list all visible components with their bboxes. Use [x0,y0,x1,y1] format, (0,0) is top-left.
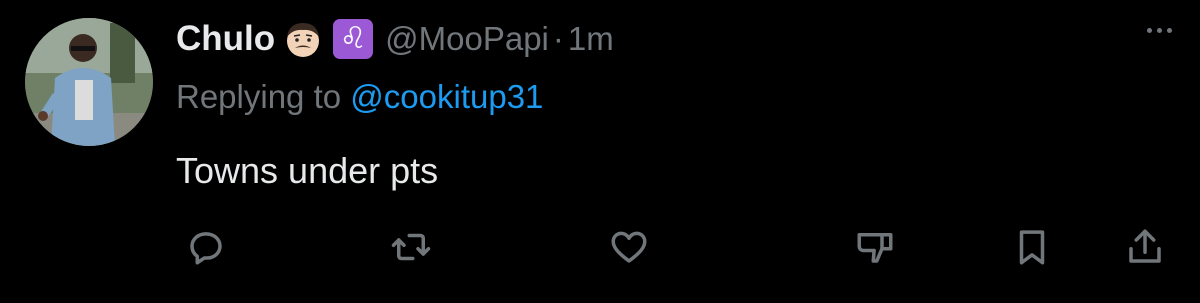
bookmark-icon [1019,230,1045,265]
tweet[interactable]: Chulo ♌ @MooPapi · 1m Replying to @cooki… [0,0,1200,303]
dot [1157,28,1162,33]
separator-dot: · [552,20,564,57]
man-with-mustache-emoji-icon [283,19,323,59]
reply-icon [190,232,222,265]
dot [1147,28,1152,33]
avatar[interactable] [25,18,153,146]
retweet-icon [391,233,431,261]
reply-button[interactable] [181,222,231,272]
leo-zodiac-icon: ♌ [333,19,374,59]
dot [1167,28,1172,33]
more-options-icon[interactable] [1147,28,1172,33]
reply-context: Replying to @cookitup31 [176,78,543,116]
bookmark-button[interactable] [1007,222,1057,272]
reply-prefix: Replying to [176,78,342,115]
tweet-header: Chulo ♌ @MooPapi · 1m [176,14,614,64]
tweet-text: Towns under pts [176,150,439,191]
timestamp[interactable]: 1m [568,20,614,58]
heart-icon [611,231,647,263]
display-name[interactable]: Chulo [176,19,275,59]
retweet-button[interactable] [386,222,436,272]
share-icon [1129,229,1161,263]
user-handle[interactable]: @MooPapi [385,20,549,58]
dislike-button[interactable] [850,222,900,272]
share-button[interactable] [1120,222,1170,272]
thumbs-down-icon [857,233,893,263]
reply-mention-link[interactable]: @cookitup31 [350,78,543,115]
like-button[interactable] [604,222,654,272]
